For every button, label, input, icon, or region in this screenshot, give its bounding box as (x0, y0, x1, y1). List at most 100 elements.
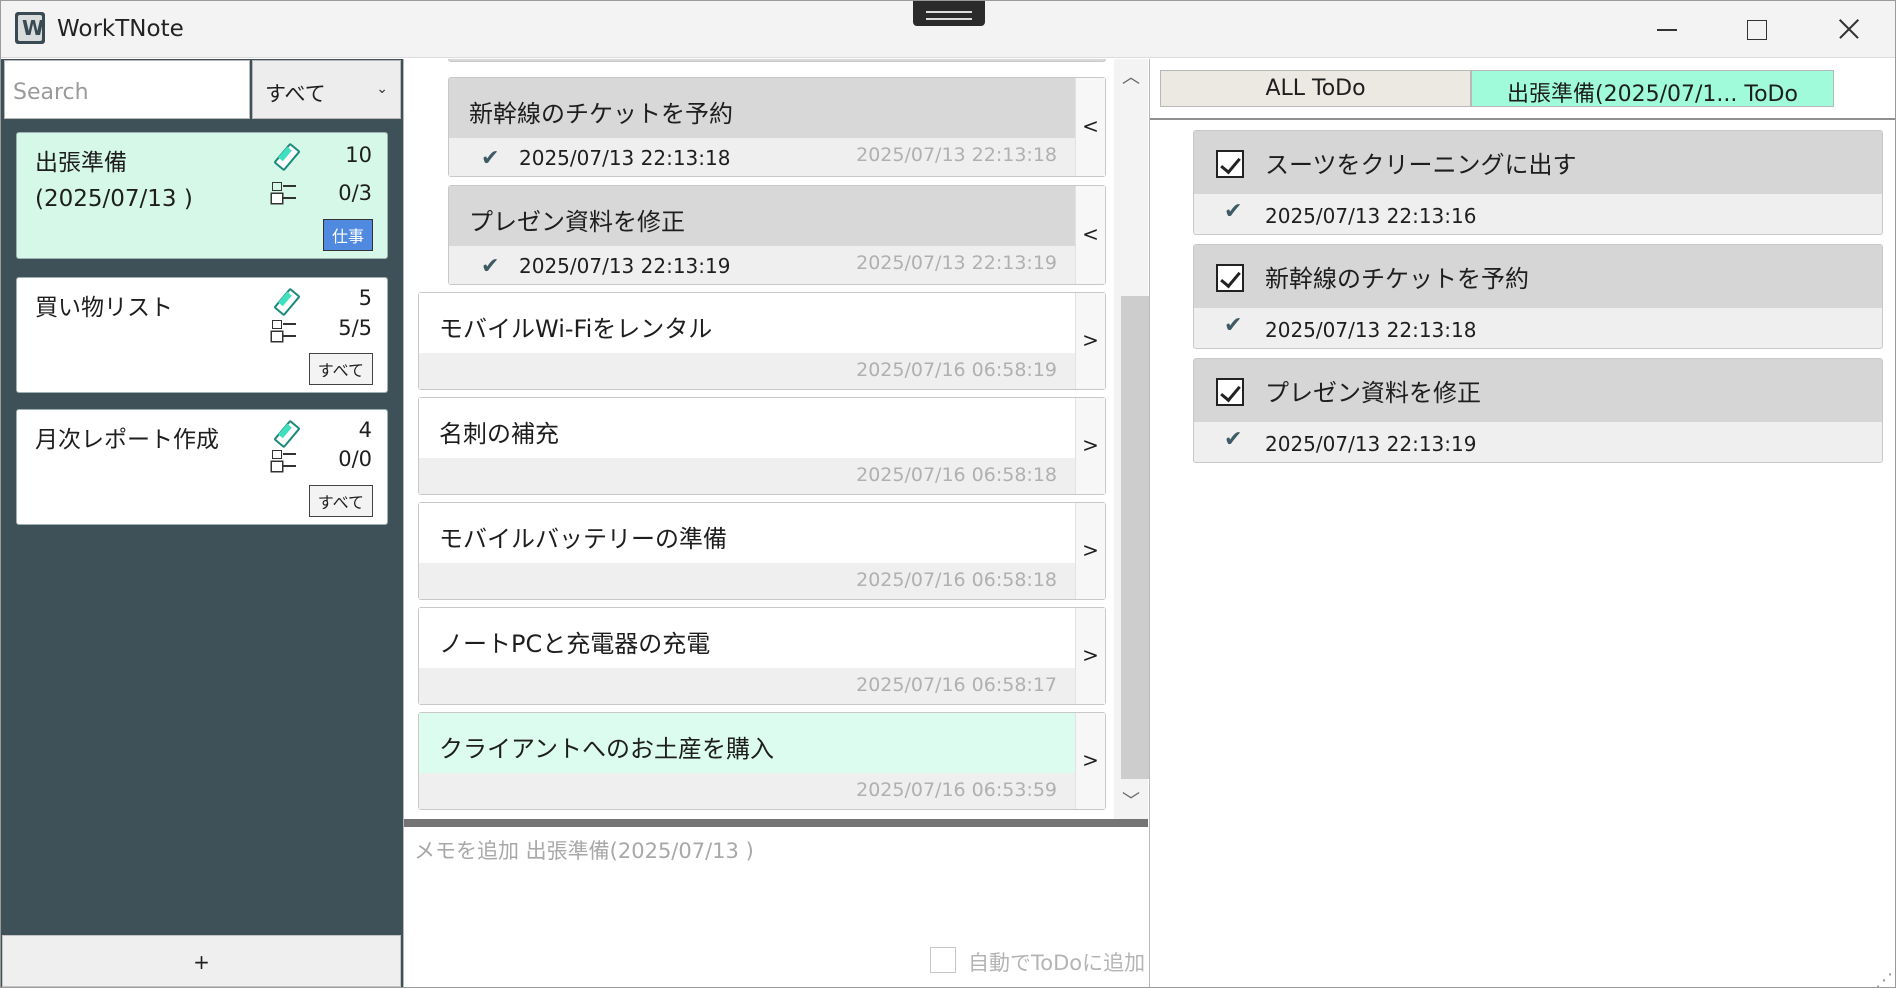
window-title: WorkTNote (57, 16, 184, 42)
tag-button[interactable]: すべて (308, 353, 373, 385)
checklist-icon (272, 180, 298, 204)
pen-icon (275, 289, 289, 315)
todo-tabs: ALL ToDo 出張準備(2025/07/1... ToDo (1150, 59, 1895, 120)
splitter[interactable] (404, 819, 1148, 827)
memo-title: ノートPCと充電器の充電 (439, 630, 711, 658)
tag-button[interactable]: すべて (308, 485, 373, 517)
check-icon: ✔ (481, 146, 500, 171)
expand-button[interactable]: > (1075, 713, 1105, 809)
list-item[interactable] (448, 59, 1106, 62)
memo-item[interactable]: モバイルバッテリーの準備 2025/07/16 06:58:18 > (418, 502, 1106, 600)
memo-list: 新幹線のチケットを予約 ✔ 2025/07/13 22:13:18 2025/0… (404, 59, 1114, 821)
note-card[interactable]: 買い物リスト 5 5/5 すべて (16, 277, 388, 393)
memo-item[interactable]: クライアントへのお土産を購入 2025/07/16 06:53:59 > (418, 712, 1106, 810)
memo-count: 5 (358, 286, 372, 310)
note-card[interactable]: 出張準備 (2025/07/13 ) 10 0/3 仕事 (16, 132, 388, 259)
done-date: 2025/07/13 22:13:18 (519, 146, 731, 170)
memo-pane: 新幹線のチケットを予約 ✔ 2025/07/13 22:13:18 2025/0… (403, 59, 1149, 987)
memo-input[interactable]: メモを追加 出張準備(2025/07/13 ) 自動でToDoに追加 (404, 827, 1148, 987)
checkbox[interactable] (930, 947, 956, 973)
scroll-up-icon[interactable]: ︿ (1114, 63, 1148, 91)
collapse-button[interactable]: < (1075, 186, 1105, 284)
memo-title: クライアントへのお土産を購入 (439, 735, 775, 763)
chevron-down-icon: ⌄ (376, 81, 388, 97)
note-title: 買い物リスト (35, 295, 173, 321)
todo-item[interactable]: スーツをクリーニングに出す ✔ 2025/07/13 22:13:16 (1193, 130, 1883, 235)
todo-item[interactable]: プレゼン資料を修正 ✔ 2025/07/13 22:13:19 (1193, 358, 1883, 463)
check-icon: ✔ (1224, 199, 1243, 224)
note-title: 月次レポート作成 (35, 427, 219, 453)
memo-item[interactable]: 名刺の補充 2025/07/16 06:58:18 > (418, 397, 1106, 495)
auto-todo-checkbox[interactable]: 自動でToDoに追加 (928, 942, 1148, 976)
memo-title: プレゼン資料を修正 (469, 208, 685, 236)
memo-count: 4 (358, 418, 372, 442)
todo-checkbox[interactable] (1216, 150, 1244, 178)
todo-pane: ALL ToDo 出張準備(2025/07/1... ToDo スーツをクリーニ… (1149, 59, 1895, 987)
filter-dropdown[interactable]: すべて ⌄ (252, 60, 401, 119)
expand-button[interactable]: > (1075, 398, 1105, 494)
memo-input-placeholder: メモを追加 出張準備(2025/07/13 ) (414, 839, 754, 863)
todo-date: 2025/07/13 22:13:18 (1265, 318, 1477, 342)
close-button[interactable] (1801, 1, 1893, 58)
resize-grip-icon[interactable] (1875, 969, 1893, 987)
add-note-button[interactable]: + (2, 935, 401, 987)
memo-scrollbar[interactable]: ︿ ﹀ (1114, 59, 1149, 821)
done-date: 2025/07/13 22:13:19 (519, 254, 731, 278)
memo-item[interactable]: 新幹線のチケットを予約 ✔ 2025/07/13 22:13:18 2025/0… (448, 77, 1106, 177)
pen-icon (275, 144, 289, 170)
pen-icon (275, 421, 289, 447)
memo-date: 2025/07/16 06:58:17 (856, 674, 1057, 696)
todo-title: スーツをクリーニングに出す (1265, 151, 1577, 179)
memo-date: 2025/07/16 06:53:59 (856, 779, 1057, 801)
maximize-button[interactable] (1711, 1, 1803, 58)
memo-date: 2025/07/16 06:58:19 (856, 359, 1057, 381)
auto-todo-label: 自動でToDoに追加 (968, 951, 1146, 975)
memo-count: 10 (345, 143, 372, 167)
todo-title: 新幹線のチケットを予約 (1265, 265, 1529, 293)
todo-count: 0/3 (338, 181, 372, 205)
todo-date: 2025/07/13 22:13:16 (1265, 204, 1477, 228)
memo-date: 2025/07/16 06:58:18 (856, 569, 1057, 591)
memo-item[interactable]: モバイルWi-Fiをレンタル 2025/07/16 06:58:19 > (418, 292, 1106, 390)
memo-title: モバイルバッテリーの準備 (439, 525, 727, 553)
filter-selected: すべて (265, 82, 326, 106)
app-window: WorkTNote Search すべて ⌄ 出張準備 (2025/07/13 … (0, 0, 1896, 988)
memo-title: モバイルWi-Fiをレンタル (439, 315, 713, 343)
tab-all-todo[interactable]: ALL ToDo (1160, 70, 1471, 107)
expand-button[interactable]: > (1075, 608, 1105, 704)
check-icon: ✔ (1224, 313, 1243, 338)
minimize-button[interactable] (1621, 1, 1713, 58)
memo-item[interactable]: ノートPCと充電器の充電 2025/07/16 06:58:17 > (418, 607, 1106, 705)
todo-item[interactable]: 新幹線のチケットを予約 ✔ 2025/07/13 22:13:18 (1193, 244, 1883, 349)
memo-date: 2025/07/13 22:13:18 (856, 144, 1057, 166)
checklist-icon (272, 448, 298, 472)
check-icon: ✔ (481, 254, 500, 279)
todo-count: 5/5 (338, 316, 372, 340)
title-bar[interactable]: WorkTNote (1, 1, 1895, 58)
todo-checkbox[interactable] (1216, 378, 1244, 406)
tag-button[interactable]: 仕事 (322, 219, 373, 251)
memo-date: 2025/07/13 22:13:19 (856, 252, 1057, 274)
memo-title: 名刺の補充 (439, 420, 559, 448)
tab-note-todo[interactable]: 出張準備(2025/07/1... ToDo (1471, 70, 1834, 107)
scroll-thumb[interactable] (1121, 296, 1149, 779)
expand-button[interactable]: > (1075, 503, 1105, 599)
expand-button[interactable]: > (1075, 293, 1105, 389)
search-input[interactable]: Search (4, 60, 250, 119)
todo-checkbox[interactable] (1216, 264, 1244, 292)
memo-title: 新幹線のチケットを予約 (469, 100, 733, 128)
todo-count: 0/0 (338, 447, 372, 471)
note-card[interactable]: 月次レポート作成 4 0/0 すべて (16, 409, 388, 525)
checklist-icon (272, 318, 298, 342)
app-logo-icon (15, 12, 45, 44)
todo-title: プレゼン資料を修正 (1265, 379, 1481, 407)
drag-handle[interactable] (913, 1, 985, 26)
memo-item[interactable]: プレゼン資料を修正 ✔ 2025/07/13 22:13:19 2025/07/… (448, 185, 1106, 285)
check-icon: ✔ (1224, 427, 1243, 452)
note-title: 出張準備 (2025/07/13 ) (35, 150, 193, 212)
todo-date: 2025/07/13 22:13:19 (1265, 432, 1477, 456)
notes-sidebar: Search すべて ⌄ 出張準備 (2025/07/13 ) 10 0/3 仕… (1, 59, 403, 987)
collapse-button[interactable]: < (1075, 78, 1105, 176)
scroll-down-icon[interactable]: ﹀ (1114, 787, 1148, 815)
memo-date: 2025/07/16 06:58:18 (856, 464, 1057, 486)
